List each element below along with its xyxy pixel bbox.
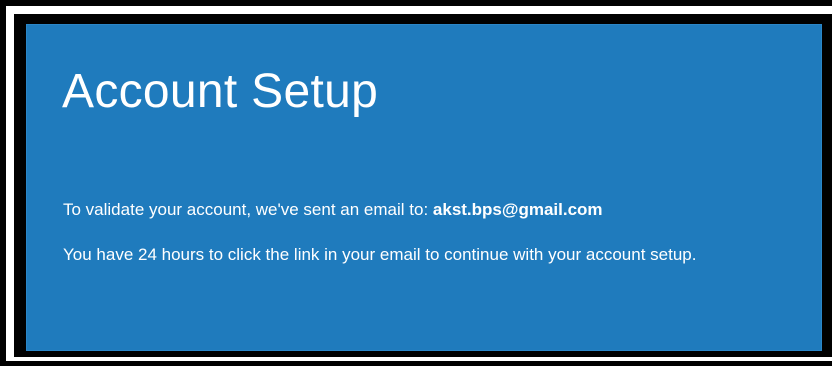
account-setup-panel: Account Setup To validate your account, … [26,24,822,351]
page-title: Account Setup [62,65,379,118]
email-address: akst.bps@gmail.com [432,200,603,219]
validation-text: To validate your account, we've sent an … [63,200,429,219]
validation-message: To validate your account, we've sent an … [63,197,763,222]
instruction-message: You have 24 hours to click the link in y… [63,245,697,264]
